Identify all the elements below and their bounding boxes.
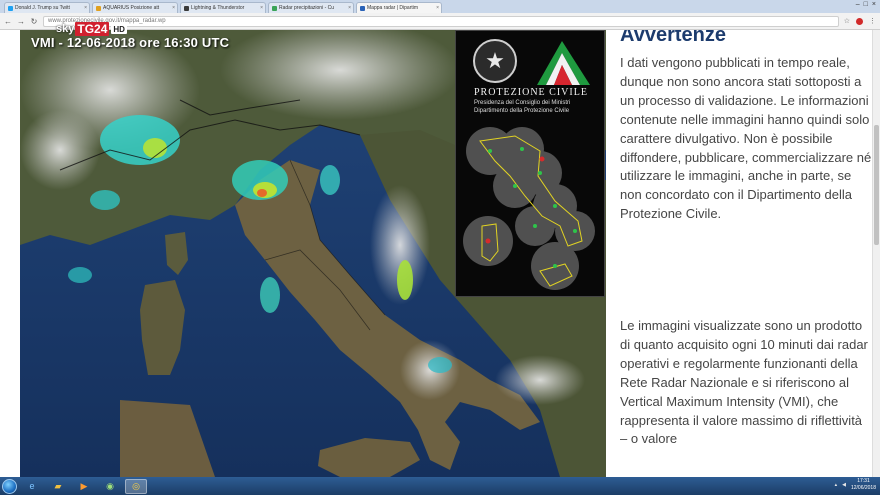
tg24-badge: TG24: [75, 22, 110, 36]
close-icon[interactable]: ×: [436, 5, 439, 11]
tab-mappa-radar[interactable]: Mappa radar | Dipartim ×: [356, 2, 442, 13]
browser-window: Donald J. Trump su Twitt × AQUARIUS Posiz…: [0, 0, 880, 495]
clock-date: 12/06/2018: [850, 485, 876, 491]
folder-icon[interactable]: ▰: [47, 479, 69, 494]
system-clock[interactable]: 17:31 12/06/2018: [851, 478, 876, 492]
star-icon[interactable]: ☆: [844, 17, 850, 25]
article-paragraph-2: Le immagini visualizzate sono un prodott…: [620, 318, 868, 447]
tab-label: Donald J. Trump su Twitt: [15, 5, 70, 11]
chrome-icon[interactable]: ◎: [125, 478, 147, 494]
reload-icon[interactable]: ↻: [30, 17, 38, 26]
scroll-thumb[interactable]: [874, 125, 879, 245]
protezione-civile-icon: [360, 5, 365, 11]
windows-taskbar: e ▰ ▶ ◉ ◎ ▴ ◀ 17:31 12/06/2018: [0, 477, 880, 495]
close-icon[interactable]: ×: [172, 5, 175, 11]
media-player-icon[interactable]: ▶: [73, 479, 95, 494]
tab-label: Radar precipitazioni - Cu: [279, 5, 335, 11]
protezione-civile-logo-icon: [537, 41, 590, 85]
window-controls: – □ ×: [856, 1, 876, 8]
panel-subtitle-presidenza: Presidenza del Consiglio dei Ministri: [474, 100, 571, 106]
protezione-civile-panel: ★ PROTEZIONE CIVILE Presidenza del Consi…: [455, 30, 605, 297]
twitter-icon: [8, 5, 13, 11]
tab-radar-precipitazioni[interactable]: Radar precipitazioni - Cu ×: [268, 2, 354, 13]
panel-subtitle-dipartimento: Dipartimento della Protezione Civile: [474, 108, 570, 114]
close-icon[interactable]: ×: [348, 5, 351, 11]
sky-wordmark: sky: [56, 23, 75, 35]
network-icon[interactable]: ▴: [835, 482, 838, 488]
tab-strip: Donald J. Trump su Twitt × AQUARIUS Posiz…: [0, 0, 880, 13]
close-icon[interactable]: ×: [260, 5, 263, 11]
ship-icon: [96, 5, 101, 11]
article-heading: Avvertenze: [620, 30, 726, 46]
tab-label: Lightning & Thunderstor: [191, 5, 245, 11]
panel-title: PROTEZIONE CIVILE: [474, 87, 588, 98]
system-tray: ▴ ◀ 17:31 12/06/2018: [835, 478, 876, 492]
maximize-icon[interactable]: □: [864, 1, 868, 8]
start-button[interactable]: [2, 478, 17, 494]
italian-republic-emblem-icon: ★: [473, 39, 517, 83]
sky-tg24-logo: sky TG24 HD: [56, 22, 127, 36]
close-icon[interactable]: ×: [84, 5, 87, 11]
adblock-icon[interactable]: [856, 17, 863, 25]
minimize-icon[interactable]: –: [856, 1, 860, 8]
tab-label: Mappa radar | Dipartim: [367, 5, 419, 11]
map-icon: [272, 5, 277, 11]
lightning-icon: [184, 5, 189, 11]
hd-badge: HD: [111, 24, 127, 34]
toolbar-icons: ☆ ⋮: [844, 17, 876, 25]
page-scrollbar[interactable]: [872, 30, 880, 477]
clock-time: 17:31: [857, 478, 870, 484]
globe-icon[interactable]: ◉: [99, 479, 121, 494]
tab-aquarius[interactable]: AQUARIUS Posizione att ×: [92, 2, 178, 13]
tab-lightning[interactable]: Lightning & Thunderstor ×: [180, 2, 266, 13]
volume-icon[interactable]: ◀: [842, 482, 846, 488]
close-window-icon[interactable]: ×: [872, 1, 876, 8]
tab-twitter[interactable]: Donald J. Trump su Twitt ×: [4, 2, 90, 13]
ie-icon[interactable]: e: [21, 479, 43, 494]
article-paragraph-1: I dati vengono pubblicati in tempo reale…: [620, 55, 872, 222]
back-arrow-icon[interactable]: ←: [4, 17, 12, 26]
star-emblem-icon: ★: [485, 48, 505, 73]
forward-arrow-icon[interactable]: →: [17, 17, 25, 26]
tab-label: AQUARIUS Posizione att: [103, 5, 160, 11]
address-bar[interactable]: www.protezionecivile.gov.it/mappa_radar.…: [43, 15, 839, 27]
browser-toolbar: ← → ↻ www.protezionecivile.gov.it/mappa_…: [0, 13, 880, 30]
menu-icon[interactable]: ⋮: [869, 17, 876, 25]
article-column: Avvertenze I dati vengono pubblicati in …: [620, 30, 872, 477]
radar-timestamp: VMI - 12-06-2018 ore 16:30 UTC: [31, 35, 230, 50]
radar-coverage-map: [463, 127, 595, 290]
